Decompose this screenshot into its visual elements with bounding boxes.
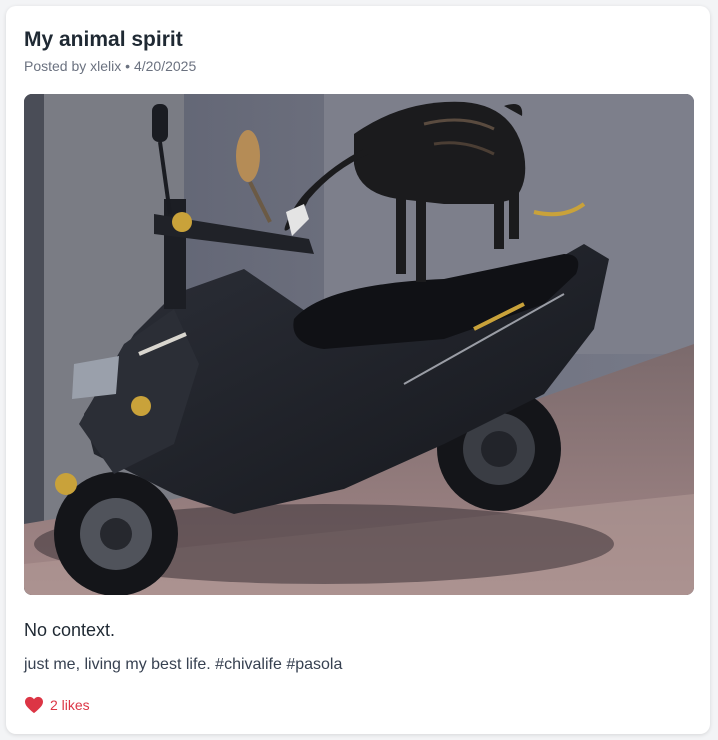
like-button[interactable]: 2 likes (24, 696, 90, 714)
post-card: My animal spirit Posted by xlelix • 4/20… (6, 6, 710, 734)
post-title: My animal spirit (24, 28, 183, 51)
likes-count: 2 likes (50, 697, 90, 713)
post-body-text: just me, living my best life. #chivalife… (24, 656, 343, 673)
post-meta: Posted by xlelix • 4/20/2025 (24, 58, 196, 74)
meta-separator: • (125, 58, 131, 74)
post-image[interactable] (24, 94, 694, 595)
author-name[interactable]: xlelix (90, 58, 121, 74)
post-date: 4/20/2025 (133, 58, 197, 74)
author-prefix: Posted by (24, 58, 87, 74)
post-heading-text: No context. (24, 620, 116, 640)
heart-icon (25, 696, 43, 714)
